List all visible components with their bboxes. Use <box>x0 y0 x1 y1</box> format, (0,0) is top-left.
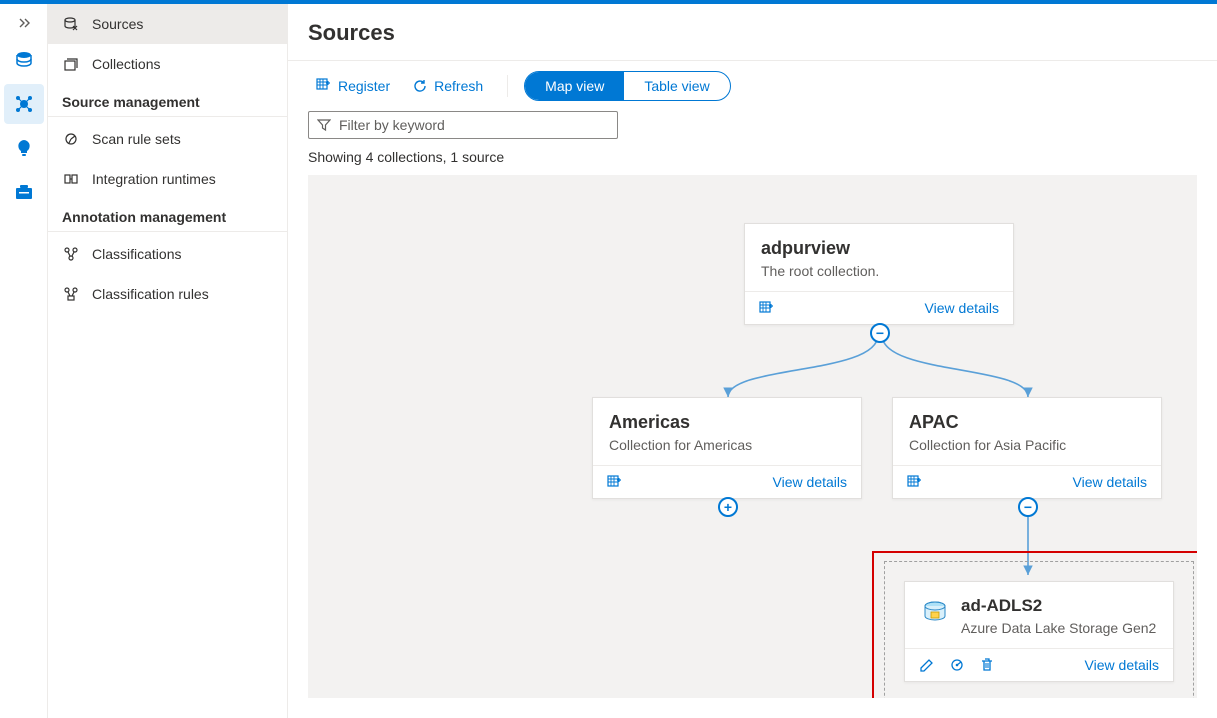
main-content: Sources Register Refresh Map view Table … <box>288 4 1217 718</box>
sidebar-item-scan-rule-sets[interactable]: Scan rule sets <box>48 119 287 159</box>
expand-americas-button[interactable]: + <box>718 497 738 517</box>
integration-runtimes-icon <box>62 170 80 188</box>
node-subtitle: Azure Data Lake Storage Gen2 <box>961 620 1156 636</box>
sidebar-item-classifications[interactable]: Classifications <box>48 234 287 274</box>
filter-input-wrapper[interactable] <box>308 111 618 139</box>
toolbar: Register Refresh Map view Table view <box>288 61 1217 111</box>
register-source-icon[interactable] <box>607 474 623 490</box>
sidebar-item-label: Scan rule sets <box>92 131 181 147</box>
map-view-toggle[interactable]: Map view <box>525 72 624 100</box>
edit-icon[interactable] <box>919 657 935 673</box>
sidebar-item-collections[interactable]: Collections <box>48 44 287 84</box>
view-details-link[interactable]: View details <box>773 474 847 490</box>
map-canvas[interactable]: adpurview The root collection. View deta… <box>308 175 1197 698</box>
sidebar-item-sources[interactable]: Sources <box>48 4 287 44</box>
delete-icon[interactable] <box>979 657 995 673</box>
filter-input[interactable] <box>339 117 609 133</box>
collapse-root-button[interactable]: − <box>870 323 890 343</box>
sidebar-item-label: Classification rules <box>92 286 209 302</box>
register-label: Register <box>338 78 390 94</box>
sidebar-item-label: Sources <box>92 16 143 32</box>
rail-management-icon[interactable] <box>4 172 44 212</box>
view-details-link[interactable]: View details <box>1085 657 1159 673</box>
refresh-button[interactable]: Refresh <box>404 74 491 98</box>
collections-icon <box>62 55 80 73</box>
table-view-toggle[interactable]: Table view <box>624 72 729 100</box>
node-title: APAC <box>909 412 1145 433</box>
rail-insights-icon[interactable] <box>4 128 44 168</box>
expand-rail-button[interactable] <box>4 8 44 38</box>
classifications-icon <box>62 245 80 263</box>
status-line: Showing 4 collections, 1 source <box>288 149 1217 175</box>
sidebar-header-annotation-management: Annotation management <box>48 199 287 232</box>
collapse-apac-button[interactable]: − <box>1018 497 1038 517</box>
page-title: Sources <box>288 4 1217 61</box>
rail-data-catalog-icon[interactable] <box>4 40 44 80</box>
toolbar-separator <box>507 75 508 97</box>
grid-plus-icon <box>316 78 332 94</box>
collection-node-root[interactable]: adpurview The root collection. View deta… <box>744 223 1014 325</box>
sidebar: Sources Collections Source management Sc… <box>48 4 288 718</box>
sidebar-header-source-management: Source management <box>48 84 287 117</box>
scan-rule-sets-icon <box>62 130 80 148</box>
refresh-icon <box>412 78 428 94</box>
navigation-rail <box>0 4 48 718</box>
view-details-link[interactable]: View details <box>925 300 999 316</box>
sidebar-item-label: Integration runtimes <box>92 171 216 187</box>
refresh-label: Refresh <box>434 78 483 94</box>
node-title: ad-ADLS2 <box>961 596 1156 616</box>
sidebar-item-integration-runtimes[interactable]: Integration runtimes <box>48 159 287 199</box>
classification-rules-icon <box>62 285 80 303</box>
filter-row <box>288 111 1217 149</box>
sidebar-item-label: Classifications <box>92 246 181 262</box>
node-subtitle: The root collection. <box>761 263 997 279</box>
filter-icon <box>317 118 331 132</box>
scan-icon[interactable] <box>949 657 965 673</box>
register-button[interactable]: Register <box>308 74 398 98</box>
collection-node-apac[interactable]: APAC Collection for Asia Pacific View de… <box>892 397 1162 499</box>
node-subtitle: Collection for Asia Pacific <box>909 437 1145 453</box>
source-node-adls2[interactable]: ad-ADLS2 Azure Data Lake Storage Gen2 <box>904 581 1174 682</box>
view-toggle: Map view Table view <box>524 71 731 101</box>
map-view-label: Map view <box>545 78 604 94</box>
register-source-icon[interactable] <box>907 474 923 490</box>
rail-data-map-icon[interactable] <box>4 84 44 124</box>
node-title: Americas <box>609 412 845 433</box>
sources-icon <box>62 15 80 33</box>
view-details-link[interactable]: View details <box>1073 474 1147 490</box>
sidebar-item-label: Collections <box>92 56 160 72</box>
table-view-label: Table view <box>644 78 709 94</box>
node-subtitle: Collection for Americas <box>609 437 845 453</box>
sidebar-item-classification-rules[interactable]: Classification rules <box>48 274 287 314</box>
collection-node-americas[interactable]: Americas Collection for Americas View de… <box>592 397 862 499</box>
adls-icon <box>921 598 949 626</box>
node-title: adpurview <box>761 238 997 259</box>
register-source-icon[interactable] <box>759 300 775 316</box>
